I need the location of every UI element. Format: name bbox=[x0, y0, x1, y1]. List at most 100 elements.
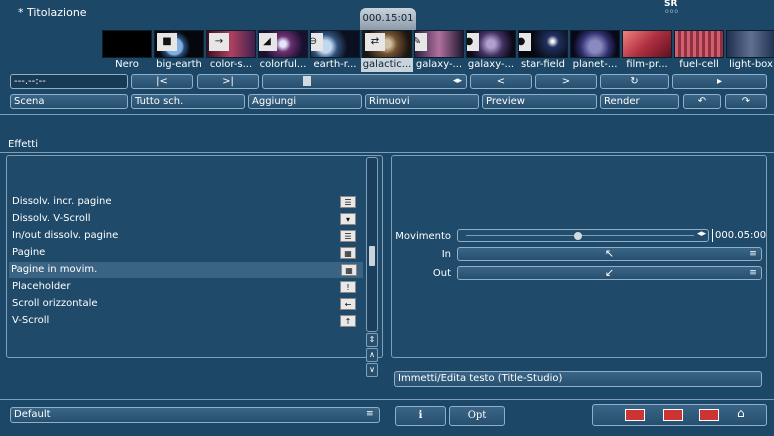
list-item-label: Dissolv. V-Scroll bbox=[12, 213, 91, 224]
tutto-sch-button[interactable]: Tutto sch. bbox=[131, 94, 245, 109]
thumbnail-color-s[interactable]: → color-s... bbox=[206, 30, 256, 72]
loop-button[interactable]: ↻ bbox=[600, 74, 669, 89]
thumbnail-earth-r[interactable]: ⊖ earth-r... bbox=[310, 30, 360, 72]
list-item[interactable]: Dissolv. incr. pagine ☰ bbox=[10, 194, 362, 210]
thumbnail-image bbox=[674, 30, 724, 58]
thumbnail-galactic[interactable]: ⇄ galactic... bbox=[361, 30, 413, 72]
divider bbox=[0, 399, 774, 400]
list-item[interactable]: Dissolv. V-Scroll ▾ bbox=[10, 211, 362, 227]
thumbnail-image: ■ bbox=[154, 30, 204, 58]
storyboard-icon[interactable] bbox=[663, 409, 683, 421]
thumbnail-light-box[interactable]: light-box bbox=[726, 30, 774, 72]
home-icon[interactable]: ⌂ bbox=[737, 407, 745, 420]
scroll-up-button[interactable]: ∧ bbox=[366, 348, 378, 362]
skip-start-button[interactable]: |< bbox=[131, 74, 193, 89]
position-slider[interactable]: ◂▸ bbox=[262, 74, 467, 89]
thumbnail-label: galaxy-... bbox=[467, 59, 515, 70]
list-item[interactable]: Placeholder ! bbox=[10, 279, 362, 295]
redo-icon: ↷ bbox=[741, 96, 751, 107]
in-label: In bbox=[441, 249, 451, 260]
movimento-slider[interactable]: ◂▸ bbox=[457, 229, 709, 242]
list-item-label: In/out dissolv. pagine bbox=[12, 230, 119, 241]
split-arrows-icon: ⇄ bbox=[365, 33, 385, 51]
disc-icon: ● bbox=[519, 33, 531, 51]
thumbnail-label: Nero bbox=[115, 59, 139, 70]
menu-icon: ≡ bbox=[366, 409, 374, 419]
aggiungi-button[interactable]: Aggiungi bbox=[248, 94, 362, 109]
thumbnail-star-field[interactable]: ● star-field bbox=[518, 30, 568, 72]
updown-icon: ⇕ bbox=[368, 335, 376, 344]
preview-button[interactable]: Preview bbox=[482, 94, 597, 109]
list-item[interactable]: V-Scroll ↑ bbox=[10, 313, 362, 329]
default-select[interactable]: Default ≡ bbox=[10, 407, 380, 423]
list-item[interactable]: Scroll orizzontale ← bbox=[10, 296, 362, 312]
list-item-label: Placeholder bbox=[12, 281, 71, 292]
menu-icon: ≡ bbox=[749, 249, 757, 259]
thumbnail-timecode: 000.15:01 bbox=[360, 8, 416, 30]
list-item-selected[interactable]: Pagine in movim. ▦ bbox=[9, 262, 363, 278]
thumbnail-image: ◢ bbox=[258, 30, 308, 58]
undo-button[interactable]: ↶ bbox=[683, 94, 721, 109]
timecode-field[interactable]: ---.--:-- bbox=[10, 74, 128, 89]
thumbnail-big-earth[interactable]: ■ big-earth bbox=[154, 30, 204, 72]
disc-icon: ● bbox=[467, 33, 479, 51]
in-direction-select[interactable]: ↖ ≡ bbox=[457, 247, 762, 261]
prev-icon: < bbox=[496, 76, 506, 87]
pages-icon: ▦ bbox=[340, 247, 356, 259]
thumbnail-galaxy-2[interactable]: ● galaxy-... bbox=[466, 30, 516, 72]
default-select-value: Default bbox=[14, 409, 51, 420]
footer-nav-group: ⌂ bbox=[592, 404, 767, 426]
slider-arrows-icon: ◂▸ bbox=[452, 76, 462, 86]
undo-icon: ↶ bbox=[697, 96, 707, 107]
divider bbox=[0, 152, 774, 153]
list-item-label: Dissolv. incr. pagine bbox=[12, 196, 112, 207]
thumbnail-image: ● bbox=[518, 30, 568, 58]
thumbnail-label: planet-... bbox=[572, 59, 618, 70]
movimento-label: Movimento bbox=[395, 231, 451, 242]
stop-icon bbox=[303, 76, 311, 86]
list-item[interactable]: In/out dissolv. pagine ☰ bbox=[10, 228, 362, 244]
info-button[interactable]: i bbox=[395, 406, 446, 426]
rimuovi-button[interactable]: Rimuovi bbox=[365, 94, 479, 109]
next-button[interactable]: > bbox=[535, 74, 597, 89]
thumbnail-label: fuel-cell bbox=[679, 59, 719, 70]
prev-button[interactable]: < bbox=[470, 74, 532, 89]
thumbnail-image bbox=[570, 30, 620, 58]
slider-arrows-icon: ◂▸ bbox=[696, 229, 706, 239]
pages-move-icon: ▦ bbox=[341, 264, 357, 276]
scene-icon[interactable] bbox=[699, 409, 719, 421]
thumbnail-colorful[interactable]: ◢ colorful... bbox=[258, 30, 308, 72]
list-item[interactable]: Pagine ▦ bbox=[10, 245, 362, 261]
sr-indicator: ooo bbox=[665, 8, 680, 15]
edit-text-button[interactable]: Immetti/Edita testo (Title-Studio) bbox=[394, 371, 762, 387]
thumbnail-label: earth-r... bbox=[313, 59, 357, 70]
thumbnail-label: light-box bbox=[729, 59, 773, 70]
scena-button[interactable]: Scena bbox=[10, 94, 128, 109]
thumbnail-image bbox=[726, 30, 774, 58]
thumbnail-image: ● bbox=[466, 30, 516, 58]
scrollbar-thumb[interactable] bbox=[369, 246, 375, 266]
thumbnail-nero[interactable]: Nero bbox=[102, 30, 152, 72]
redo-button[interactable]: ↷ bbox=[725, 94, 767, 109]
skip-end-button[interactable]: >| bbox=[197, 74, 259, 89]
scroll-updown-button[interactable]: ⇕ bbox=[366, 333, 378, 347]
thumbnail-fuel-cell[interactable]: fuel-cell bbox=[674, 30, 724, 72]
scroll-down-button[interactable]: ∨ bbox=[366, 363, 378, 377]
divider bbox=[0, 114, 774, 115]
render-button[interactable]: Render bbox=[600, 94, 679, 109]
effects-scrollbar[interactable] bbox=[366, 157, 378, 332]
play-button[interactable]: ▸ bbox=[672, 74, 767, 89]
thumbnail-image bbox=[622, 30, 672, 58]
movimento-time-value[interactable]: 000.05:00 bbox=[712, 229, 766, 242]
thumbnail-film-pr[interactable]: film-pr... bbox=[622, 30, 672, 72]
opt-button[interactable]: Opt bbox=[449, 406, 505, 426]
timeline-icon[interactable] bbox=[625, 409, 645, 421]
thumbnail-label: colorful... bbox=[259, 59, 307, 70]
slider-knob[interactable] bbox=[574, 232, 582, 240]
thumbnail-planet[interactable]: planet-... bbox=[570, 30, 620, 72]
thumbnail-galaxy-1[interactable]: ✎ galaxy-... bbox=[414, 30, 464, 72]
list-item-label: Pagine in movim. bbox=[11, 264, 98, 275]
out-direction-select[interactable]: ↙ ≡ bbox=[457, 266, 762, 280]
thumbnail-label: galaxy-... bbox=[415, 59, 463, 70]
pencil-icon: ✎ bbox=[415, 33, 427, 51]
